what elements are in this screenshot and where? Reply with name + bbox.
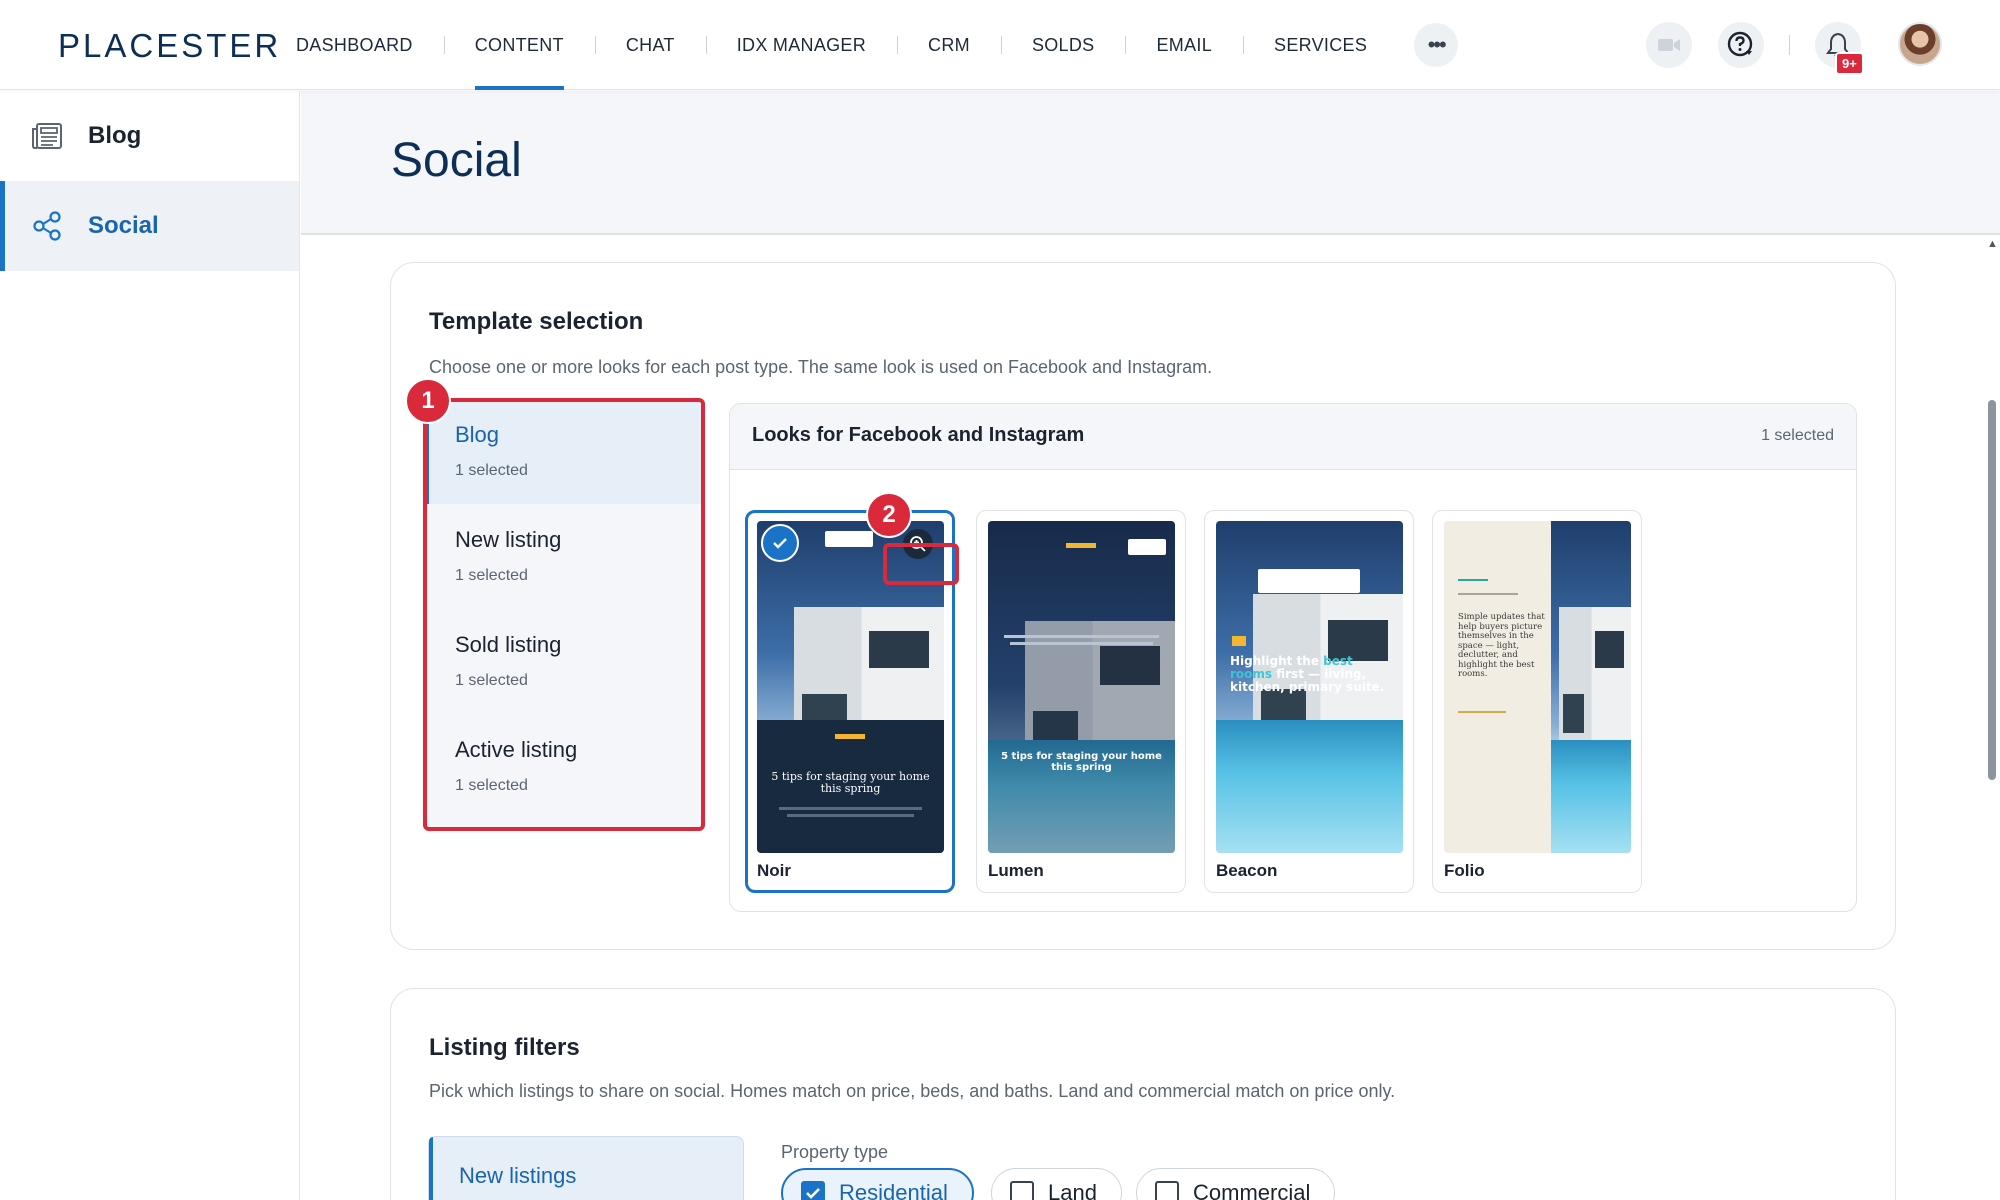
- filter-tab-label: New listings: [459, 1163, 577, 1188]
- nav-dashboard[interactable]: DASHBOARD: [283, 0, 444, 90]
- look-card-folio[interactable]: Simple updates that help buyers picture …: [1432, 510, 1642, 893]
- property-type-commercial[interactable]: Commercial: [1136, 1168, 1336, 1200]
- video-camera-icon: [1658, 39, 1680, 51]
- look-name: Beacon: [1216, 861, 1278, 880]
- property-type-residential[interactable]: Residential: [781, 1168, 974, 1200]
- looks-panel-header: Looks for Facebook and Instagram 1 selec…: [730, 404, 1856, 470]
- ellipsis-icon: •••: [1427, 32, 1447, 57]
- checkbox-checked[interactable]: [801, 1181, 825, 1200]
- look-name: Noir: [757, 861, 791, 880]
- sidebar-item-label: Blog: [88, 122, 142, 149]
- page-header: Social: [301, 91, 2000, 235]
- newspaper-icon: [30, 119, 64, 153]
- placester-logo[interactable]: PLACESTER: [58, 27, 281, 65]
- annotation-box-1: [423, 398, 705, 831]
- sidebar-item-label: Social: [88, 212, 159, 239]
- help-button[interactable]: [1718, 22, 1764, 68]
- look-headline: Highlight the best rooms first — living,…: [1230, 655, 1390, 694]
- property-type-name: Residential: [839, 1180, 948, 1200]
- content-sidebar: Blog Social: [0, 91, 300, 1200]
- template-selection-title: Template selection: [429, 308, 644, 335]
- property-type-name: Land: [1048, 1180, 1097, 1200]
- nav-chat[interactable]: CHAT: [594, 0, 706, 90]
- property-type-label: Property type: [781, 1142, 889, 1162]
- page-title: Social: [391, 134, 522, 187]
- look-card-beacon[interactable]: Highlight the best rooms first — living,…: [1204, 510, 1414, 893]
- look-headline: 5 tips for staging your home this spring: [771, 770, 930, 795]
- scroll-up-arrow[interactable]: ▲: [1987, 238, 1998, 250]
- template-selection-subtitle: Choose one or more looks for each post t…: [429, 357, 1213, 377]
- annotation-box-2: [883, 543, 959, 585]
- look-headline: 5 tips for staging your home this spring: [1001, 751, 1162, 773]
- annotation-marker-2: 2: [866, 492, 912, 538]
- help-icon: [1727, 31, 1753, 57]
- looks-selected-count: 1 selected: [1761, 427, 1834, 444]
- annotation-marker-1: 1: [405, 378, 451, 424]
- listing-filters-subtitle: Pick which listings to share on social. …: [429, 1081, 1396, 1101]
- top-navigation-bar: PLACESTER DASHBOARD CONTENT CHAT IDX MAN…: [0, 0, 2000, 90]
- checkbox-unchecked[interactable]: [1155, 1181, 1179, 1200]
- notification-badge: 9+: [1835, 52, 1864, 75]
- nav-idx-manager[interactable]: IDX MANAGER: [705, 0, 897, 90]
- sidebar-item-social[interactable]: Social: [0, 181, 299, 271]
- checkmark-icon: [806, 1188, 820, 1199]
- selected-checkmark: [761, 524, 799, 562]
- look-card-lumen[interactable]: 5 tips for staging your home this spring…: [976, 510, 1186, 893]
- look-headline-start: Highlight the: [1230, 654, 1324, 668]
- more-menu-button[interactable]: •••: [1414, 23, 1459, 67]
- toolbar-divider: [1789, 35, 1790, 55]
- share-icon: [30, 209, 64, 243]
- nav-email[interactable]: EMAIL: [1125, 0, 1243, 90]
- look-thumbnail: Simple updates that help buyers picture …: [1444, 521, 1631, 853]
- look-thumbnail: 5 tips for staging your home this spring: [988, 521, 1175, 853]
- main-nav: DASHBOARD CONTENT CHAT IDX MANAGER CRM S…: [283, 0, 1459, 90]
- notifications-button[interactable]: 9+: [1815, 22, 1864, 75]
- checkbox-unchecked[interactable]: [1010, 1181, 1034, 1200]
- nav-services[interactable]: SERVICES: [1243, 0, 1398, 90]
- nav-crm[interactable]: CRM: [897, 0, 1001, 90]
- user-avatar[interactable]: [1898, 22, 1942, 66]
- scrollbar-thumb[interactable]: [1988, 400, 1996, 780]
- checkmark-icon: [773, 538, 787, 549]
- look-body-text: Simple updates that help buyers picture …: [1458, 612, 1545, 679]
- look-name: Lumen: [988, 861, 1044, 880]
- listing-filters-title: Listing filters: [429, 1034, 580, 1061]
- property-type-land[interactable]: Land: [991, 1168, 1122, 1200]
- sidebar-item-blog[interactable]: Blog: [0, 91, 299, 181]
- look-thumbnail: Highlight the best rooms first — living,…: [1216, 521, 1403, 853]
- video-call-button[interactable]: [1646, 22, 1692, 68]
- looks-panel-title: Looks for Facebook and Instagram: [752, 424, 1085, 446]
- nav-content[interactable]: CONTENT: [443, 0, 595, 90]
- property-type-name: Commercial: [1193, 1180, 1311, 1200]
- nav-solds[interactable]: SOLDS: [1000, 0, 1126, 90]
- look-name: Folio: [1444, 861, 1485, 880]
- filter-tab-new-listings[interactable]: New listings: [428, 1136, 744, 1200]
